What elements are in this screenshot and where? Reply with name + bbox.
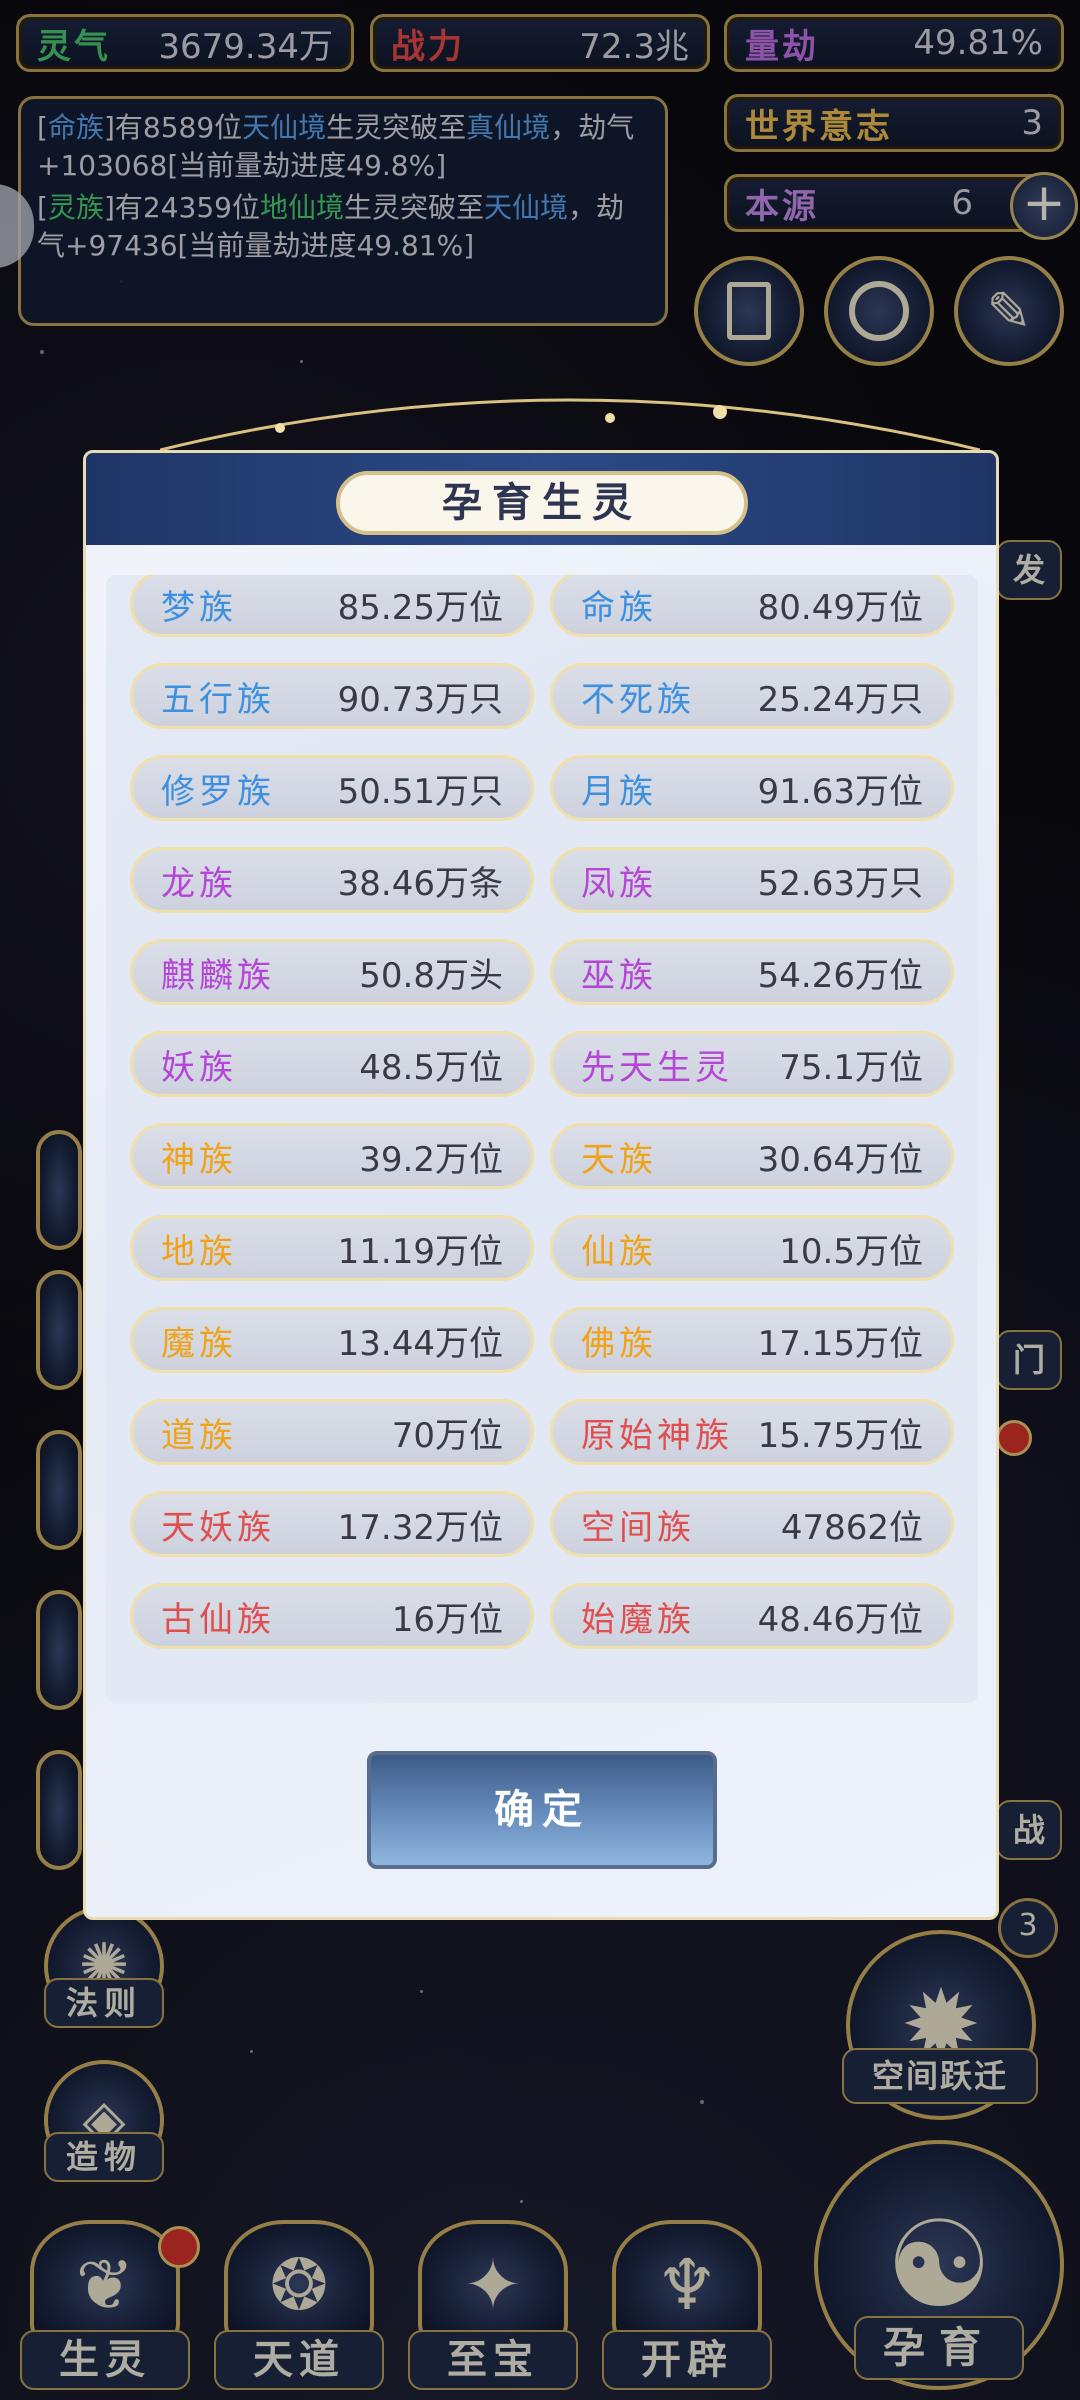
tribe-entry: 道族 70万位 bbox=[130, 1399, 534, 1465]
tribe-entry: 巫族 54.26万位 bbox=[550, 939, 954, 1005]
tribe-name: 月族 bbox=[581, 771, 657, 812]
tribe-entry: 佛族 17.15万位 bbox=[550, 1307, 954, 1373]
tribe-count: 11.19万位 bbox=[337, 1231, 503, 1272]
tribe-count: 50.51万只 bbox=[337, 771, 503, 812]
tribe-name: 天妖族 bbox=[161, 1507, 275, 1548]
tribe-count: 17.15万位 bbox=[757, 1323, 923, 1364]
tribe-count: 10.5万位 bbox=[779, 1231, 923, 1272]
tribe-count: 48.46万位 bbox=[757, 1599, 923, 1640]
tribe-name: 古仙族 bbox=[161, 1599, 275, 1640]
tribe-entry: 凤族 52.63万只 bbox=[550, 847, 954, 913]
tribe-name: 龙族 bbox=[161, 863, 237, 904]
tribe-count: 17.32万位 bbox=[337, 1507, 503, 1548]
tribe-count: 75.1万位 bbox=[779, 1047, 923, 1088]
tribe-count: 70万位 bbox=[391, 1415, 503, 1456]
tribe-entry: 空间族 47862位 bbox=[550, 1491, 954, 1557]
tribe-count: 50.8万头 bbox=[359, 955, 503, 996]
tribe-name: 妖族 bbox=[161, 1047, 237, 1088]
tribe-entry: 月族 91.63万位 bbox=[550, 755, 954, 821]
tribe-count: 54.26万位 bbox=[757, 955, 923, 996]
tribe-entry: 原始神族 15.75万位 bbox=[550, 1399, 954, 1465]
tribe-entry: 妖族 48.5万位 bbox=[130, 1031, 534, 1097]
tribe-entry: 不死族 25.24万只 bbox=[550, 663, 954, 729]
tribe-name: 梦族 bbox=[161, 587, 237, 628]
breed-creatures-dialog: 孕育生灵 梦族 85.25万位 命族 80.49万位五行族 90.73万只 不死族 25.2… bbox=[83, 450, 999, 1920]
tribe-entry: 先天生灵 75.1万位 bbox=[550, 1031, 954, 1097]
tribe-name: 巫族 bbox=[581, 955, 657, 996]
tribe-name: 先天生灵 bbox=[581, 1047, 733, 1088]
tribe-count: 80.49万位 bbox=[757, 587, 923, 628]
tribe-entry: 修罗族 50.51万只 bbox=[130, 755, 534, 821]
dialog-title: 孕育生灵 bbox=[336, 471, 748, 535]
tribe-count: 90.73万只 bbox=[337, 679, 503, 720]
tribe-name: 五行族 bbox=[161, 679, 275, 720]
tribe-entry: 天族 30.64万位 bbox=[550, 1123, 954, 1189]
tribe-name: 仙族 bbox=[581, 1231, 657, 1272]
tribe-list[interactable]: 梦族 85.25万位 命族 80.49万位五行族 90.73万只 不死族 25.24万只修罗… bbox=[106, 575, 978, 1703]
tribe-count: 85.25万位 bbox=[337, 587, 503, 628]
tribe-name: 原始神族 bbox=[581, 1415, 733, 1456]
tribe-name: 始魔族 bbox=[581, 1599, 695, 1640]
tribe-name: 神族 bbox=[161, 1139, 237, 1180]
tribe-name: 凤族 bbox=[581, 863, 657, 904]
tribe-entry: 五行族 90.73万只 bbox=[130, 663, 534, 729]
tribe-entry: 神族 39.2万位 bbox=[130, 1123, 534, 1189]
tribe-name: 麒麟族 bbox=[161, 955, 275, 996]
tribe-name: 空间族 bbox=[581, 1507, 695, 1548]
tribe-name: 魔族 bbox=[161, 1323, 237, 1364]
tribe-name: 不死族 bbox=[581, 679, 695, 720]
tribe-entry: 麒麟族 50.8万头 bbox=[130, 939, 534, 1005]
tribe-count: 16万位 bbox=[391, 1599, 503, 1640]
tribe-count: 39.2万位 bbox=[359, 1139, 503, 1180]
tribe-name: 道族 bbox=[161, 1415, 237, 1456]
tribe-entry: 命族 80.49万位 bbox=[550, 575, 954, 637]
tribe-name: 佛族 bbox=[581, 1323, 657, 1364]
tribe-count: 48.5万位 bbox=[359, 1047, 503, 1088]
tribe-count: 25.24万只 bbox=[757, 679, 923, 720]
tribe-entry: 龙族 38.46万条 bbox=[130, 847, 534, 913]
tribe-entry: 魔族 13.44万位 bbox=[130, 1307, 534, 1373]
tribe-count: 15.75万位 bbox=[757, 1415, 923, 1456]
tribe-entry: 梦族 85.25万位 bbox=[130, 575, 534, 637]
tribe-count: 30.64万位 bbox=[757, 1139, 923, 1180]
tribe-name: 天族 bbox=[581, 1139, 657, 1180]
tribe-count: 38.46万条 bbox=[337, 863, 503, 904]
tribe-count: 52.63万只 bbox=[757, 863, 923, 904]
tribe-name: 修罗族 bbox=[161, 771, 275, 812]
confirm-button[interactable]: 确定 bbox=[367, 1751, 717, 1869]
tribe-entry: 天妖族 17.32万位 bbox=[130, 1491, 534, 1557]
tribe-count: 91.63万位 bbox=[757, 771, 923, 812]
tribe-entry: 地族 11.19万位 bbox=[130, 1215, 534, 1281]
tribe-entry: 古仙族 16万位 bbox=[130, 1583, 534, 1649]
tribe-count: 13.44万位 bbox=[337, 1323, 503, 1364]
tribe-entry: 始魔族 48.46万位 bbox=[550, 1583, 954, 1649]
tribe-entry: 仙族 10.5万位 bbox=[550, 1215, 954, 1281]
tribe-count: 47862位 bbox=[780, 1507, 923, 1548]
tribe-name: 地族 bbox=[161, 1231, 237, 1272]
tribe-name: 命族 bbox=[581, 587, 657, 628]
